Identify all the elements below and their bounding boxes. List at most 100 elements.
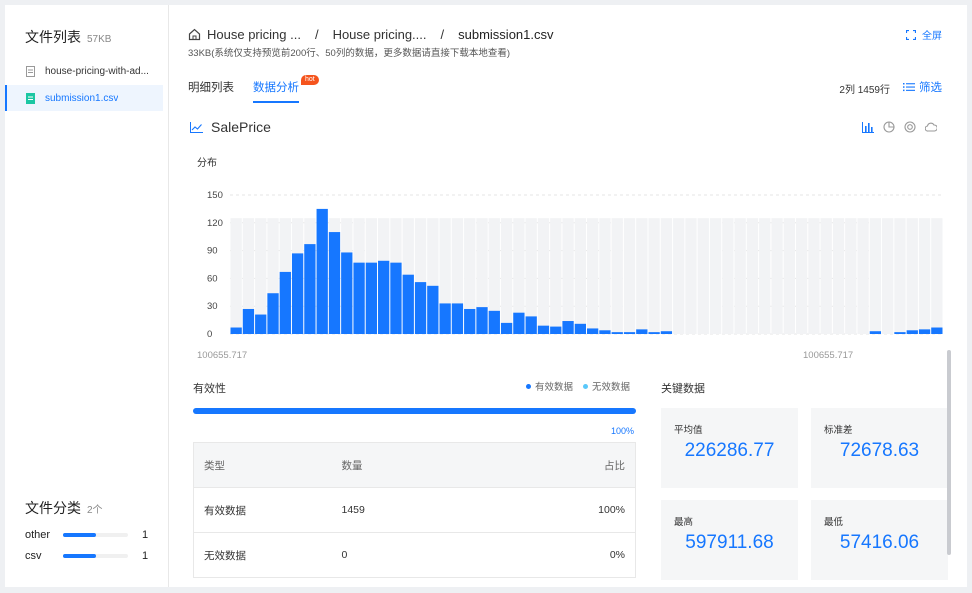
sidebar: 文件列表 57KB house-pricing-with-ad... submis… [5,5,169,587]
histogram-bar[interactable] [931,327,943,334]
histogram-bar[interactable] [562,321,574,334]
histogram-bar[interactable] [414,282,427,334]
breadcrumb-current: submission1.csv [458,26,554,42]
histogram-bar[interactable] [390,262,402,334]
bar-background [709,218,722,334]
legend-item-invalid[interactable]: 无效数据 [583,379,630,393]
y-tick-label: 150 [207,190,223,201]
fullscreen-icon [906,29,916,40]
category-row[interactable]: csv 1 [25,549,149,563]
histogram-bar[interactable] [353,262,365,334]
histogram-bar[interactable] [291,253,304,334]
histogram-bar[interactable] [587,328,599,334]
histogram-bar[interactable] [537,325,550,334]
bar-background [587,218,599,334]
breadcrumb-separator: / [314,26,319,42]
histogram-bar[interactable] [451,303,464,334]
histogram-bar[interactable] [611,332,623,334]
fullscreen-button[interactable]: 全屏 [906,27,942,42]
histogram-bar[interactable] [378,260,390,334]
row-count: 2列 1459行 [839,85,890,96]
file-icon [26,65,35,77]
bar-background [808,218,820,334]
table-cell: 1459 [341,487,455,533]
table-header-cell: 数量 [341,442,455,488]
x-axis-min-label: 100655.717 [197,350,248,361]
bar-background [795,218,808,334]
histogram-bar[interactable] [341,252,353,334]
histogram-bar[interactable] [365,262,378,334]
histogram-bar[interactable] [316,208,328,334]
bar-background [722,218,734,334]
filter-label: 筛选 [919,82,942,94]
bar-background [845,218,857,334]
histogram-bar[interactable] [488,310,500,334]
histogram-bar[interactable] [464,308,476,334]
file-list-size: 57KB [87,34,112,45]
hot-badge: hot [301,75,319,85]
stat-card-min: 最低 57416.06 [811,500,948,580]
validity-percent: 100% [611,426,635,436]
stat-value: 226286.77 [684,440,775,461]
tab-detail-list[interactable]: 明细列表 [188,79,234,103]
sidebar-file-item[interactable]: house-pricing-with-ad... [5,58,163,84]
category-row[interactable]: other 1 [25,528,149,542]
histogram-bar[interactable] [279,271,291,334]
bar-background [685,218,697,334]
histogram-bar[interactable] [255,314,267,334]
breadcrumb-item[interactable]: House pricing.... [333,27,427,42]
histogram-bar[interactable] [427,285,439,334]
donut-chart-icon[interactable] [904,121,916,133]
bar-background [931,218,943,334]
histogram-bar[interactable] [525,316,537,334]
category-bar [63,533,128,537]
histogram-bar[interactable] [906,330,918,334]
histogram-bar[interactable] [636,329,648,334]
column-name: SalePrice [211,119,271,135]
histogram-bar[interactable] [230,327,242,334]
bar-background [783,218,795,334]
histogram-bar[interactable] [242,308,255,334]
validity-legend: 有效数据 无效数据 [516,379,630,393]
histogram-bar[interactable] [623,332,636,334]
filter-button[interactable]: 筛选 [903,79,942,95]
histogram-bar[interactable] [500,322,513,334]
home-icon[interactable] [188,28,201,41]
histogram-bar[interactable] [894,332,906,334]
histogram-bar[interactable] [660,331,673,334]
histogram-bar[interactable] [439,303,451,334]
histogram-bar[interactable] [599,330,611,334]
histogram-bar[interactable] [328,232,341,334]
bar-background [759,218,771,334]
histogram-bar[interactable] [550,326,562,334]
csv-file-icon [26,92,35,104]
sidebar-file-item-active[interactable]: submission1.csv [5,85,163,111]
bar-chart-icon[interactable] [862,121,874,133]
histogram-bar[interactable] [918,329,931,334]
histogram-bar[interactable] [402,274,414,334]
histogram-bar[interactable] [304,244,316,334]
stat-label: 最高 [674,517,694,528]
histogram-bar[interactable] [267,293,279,334]
bar-background [906,218,918,334]
histogram-bar[interactable] [869,331,882,334]
histogram-bar[interactable] [476,307,488,334]
category-title: 文件分类 2个 [25,498,103,518]
histogram-bar[interactable] [648,332,660,334]
breadcrumb: House pricing ... / House pricing.... / … [188,25,554,43]
table-cell: 无效数据 [193,532,342,578]
histogram-bar[interactable] [513,312,525,334]
tab-label: 数据分析 [253,82,299,94]
legend-item-valid[interactable]: 有效数据 [526,379,573,393]
pie-chart-icon[interactable] [883,121,895,133]
scrollbar[interactable] [947,350,951,555]
table-header-cell: 占比 [454,442,636,488]
bar-background [636,218,648,334]
breadcrumb-item[interactable]: House pricing ... [207,27,301,42]
bar-background [660,218,673,334]
histogram-bar[interactable] [574,323,586,334]
fullscreen-label: 全屏 [922,31,942,42]
tab-data-analysis[interactable]: 数据分析 hot [253,75,319,103]
word-cloud-icon[interactable] [925,121,937,133]
category-bar-fill [63,554,96,558]
